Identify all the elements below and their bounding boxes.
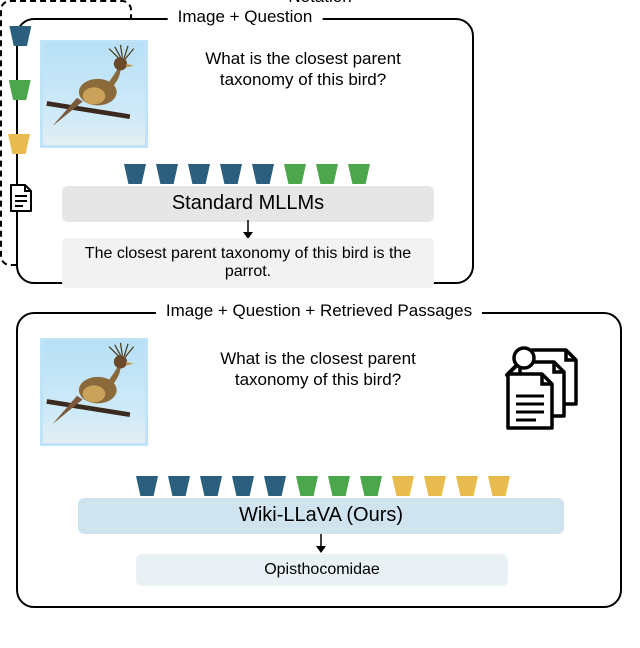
panel-wiki-title: Image + Question + Retrieved Passages: [156, 301, 482, 321]
textual-token-icon: [328, 476, 350, 496]
retrieval-token-icon: [424, 476, 446, 496]
textual-token-icon: [348, 164, 370, 184]
visual-token-icon: [156, 164, 178, 184]
textual-token-icon: [316, 164, 338, 184]
input-image: [40, 40, 148, 148]
retrieval-token-icon: [392, 476, 414, 496]
retrieval-token-icon: [8, 134, 30, 154]
question-text: What is the closest parent taxonomy of t…: [203, 348, 433, 391]
notation-title: Notation: [278, 0, 361, 7]
visual-token-icon: [124, 164, 146, 184]
model-box-wiki: Wiki-LLaVA (Ours): [78, 498, 564, 534]
textual-token-icon: [296, 476, 318, 496]
panel-standard-title: Image + Question: [168, 7, 323, 27]
token-row-wiki: [136, 476, 510, 496]
retrieval-token-icon: [456, 476, 478, 496]
visual-token-icon: [220, 164, 242, 184]
visual-token-icon: [168, 476, 190, 496]
arrow-down-icon: [313, 534, 329, 554]
question-text: What is the closest parent taxonomy of t…: [188, 48, 418, 91]
retrieved-docs-icon: [502, 344, 590, 434]
token-row-standard: [124, 164, 370, 184]
visual-token-icon: [136, 476, 158, 496]
output-wiki: Opisthocomidae: [136, 554, 508, 586]
textual-token-icon: [284, 164, 306, 184]
visual-token-icon: [188, 164, 210, 184]
visual-token-icon: [200, 476, 222, 496]
panel-standard: Image + Question: [16, 18, 474, 284]
bird-image-icon: [43, 341, 145, 443]
arrow-down-icon: [240, 220, 256, 240]
visual-token-icon: [9, 26, 31, 46]
visual-token-icon: [252, 164, 274, 184]
retrieval-token-icon: [488, 476, 510, 496]
panel-wiki: Image + Question + Retrieved Passages: [16, 312, 622, 608]
bird-image-icon: [43, 43, 145, 145]
textual-token-icon: [9, 80, 31, 100]
document-icon: [8, 183, 34, 213]
model-box-standard: Standard MLLMs: [62, 186, 434, 222]
visual-token-icon: [232, 476, 254, 496]
input-image: [40, 338, 148, 446]
visual-token-icon: [264, 476, 286, 496]
output-standard: The closest parent taxonomy of this bird…: [62, 238, 434, 288]
textual-token-icon: [360, 476, 382, 496]
